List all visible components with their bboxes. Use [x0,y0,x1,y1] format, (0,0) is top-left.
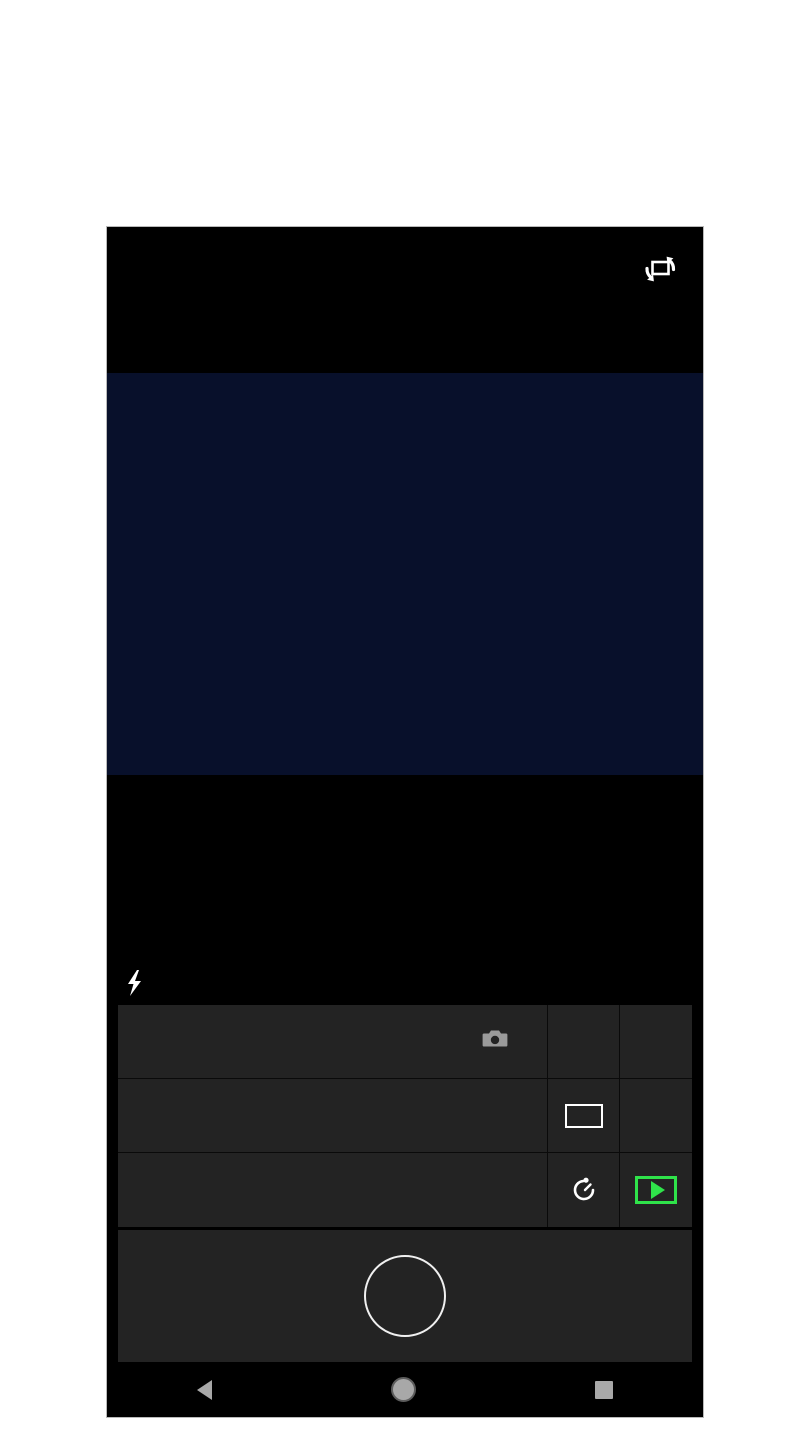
camera-icon [482,1029,508,1046]
rotate-screen-icon [645,256,676,282]
play-icon [635,1176,677,1204]
iso-cell[interactable] [118,1153,548,1227]
home-circle-icon[interactable] [390,1377,416,1402]
live-view-preview[interactable] [107,373,703,775]
settings-row-iso [118,1153,692,1227]
camera-settings-grid [118,1005,692,1227]
mode-button[interactable] [463,1028,527,1054]
white-balance-cell[interactable] [548,1005,620,1079]
camera-action-bar [118,1230,692,1362]
back-triangle-icon[interactable] [196,1379,212,1400]
drive-mode-cell[interactable] [548,1153,620,1227]
settings-row-mode [118,1005,692,1079]
rectangle-frame-icon [564,1103,603,1128]
settings-row-exposure [118,1079,692,1153]
empty-cell-top[interactable] [620,1005,692,1079]
live-view-image [107,373,703,775]
recents-square-icon[interactable] [595,1380,614,1399]
self-timer-icon [573,1177,595,1201]
self-timer-group [573,1177,595,1203]
play-triangle-icon [650,1181,665,1199]
phone-mockup [107,227,703,1417]
playback-cell[interactable] [620,1153,692,1227]
exposure-cell[interactable] [118,1079,548,1153]
empty-cell-middle[interactable] [620,1079,692,1153]
android-nav-bar [107,1362,703,1417]
flash-bolt-icon [128,970,141,996]
mode-cell[interactable] [118,1005,548,1079]
aspect-ratio-cell[interactable] [548,1079,620,1153]
rotate-screen-button[interactable] [629,239,691,299]
flash-icon [124,969,146,997]
shutter-button[interactable] [364,1255,446,1337]
